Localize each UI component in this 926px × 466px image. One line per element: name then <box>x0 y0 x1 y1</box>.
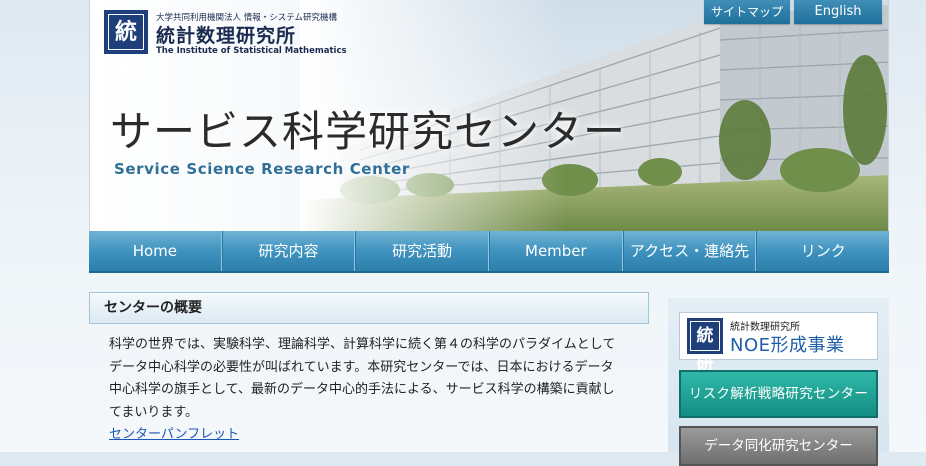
nav-home[interactable]: Home <box>89 231 222 271</box>
section-body: 科学の世界では、実験科学、理論科学、計算科学に続く第４の科学のパラダイムとして … <box>89 324 649 447</box>
institute-logo-mark: 統研 <box>104 10 148 79</box>
logo-english-name: The Institute of Statistical Mathematics <box>156 46 347 56</box>
header-banner: 統研 大学共同利用機関法人 情報・システム研究機構 統計数理研究所 The In… <box>89 0 889 231</box>
noe-logo-mark: 統研 <box>687 318 723 374</box>
main-content: センターの概要 科学の世界では、実験科学、理論科学、計算科学に続く第４の科学のパ… <box>89 292 649 447</box>
nav-links[interactable]: リンク <box>756 231 889 271</box>
nav-activities[interactable]: 研究活動 <box>355 231 490 271</box>
nav-research[interactable]: 研究内容 <box>221 231 356 271</box>
english-link[interactable]: English <box>794 0 882 24</box>
body-line: てまいります。 <box>109 404 199 420</box>
noe-banner-title: NOE形成事業 <box>730 335 845 356</box>
page: 統研 大学共同利用機関法人 情報・システム研究機構 統計数理研究所 The In… <box>89 0 889 466</box>
body-line: 科学の世界では、実験科学、理論科学、計算科学に続く第４の科学のパラダイムとして <box>109 337 616 352</box>
logo-mark-text: 統研 <box>108 14 144 79</box>
noe-logo-mark-text: 統研 <box>690 321 720 374</box>
sitemap-link[interactable]: サイトマップ <box>704 0 790 24</box>
data-assimilation-banner[interactable]: データ同化研究センター <box>679 426 878 466</box>
logo-name: 統計数理研究所 <box>156 25 297 47</box>
page-title-english: Service Science Research Center <box>114 160 410 178</box>
noe-banner[interactable]: 統研 統計数理研究所 NOE形成事業 <box>679 312 878 374</box>
nav-member[interactable]: Member <box>489 231 623 271</box>
utility-links: サイトマップ English <box>704 0 882 24</box>
section-title: センターの概要 <box>89 292 649 324</box>
body-line: データ中心科学の必要性が叫ばれています。本研究センターでは、日本におけるデータ <box>109 359 614 375</box>
main-nav: Home 研究内容 研究活動 Member アクセス・連絡先 リンク <box>89 231 889 273</box>
page-title: サービス科学研究センター <box>110 107 627 156</box>
pamphlet-link[interactable]: センターパンフレット <box>109 424 239 447</box>
institute-logo[interactable]: 統研 大学共同利用機関法人 情報・システム研究機構 統計数理研究所 The In… <box>104 10 354 79</box>
sidebar: 統研 統計数理研究所 NOE形成事業 リスク解析戦略研究センター データ同化研究… <box>668 298 889 466</box>
nav-access[interactable]: アクセス・連絡先 <box>622 231 757 271</box>
body-line: 中心科学の旗手として、最新のデータ中心的手法による、サービス科学の構築に貢献し <box>109 382 615 397</box>
risk-center-banner[interactable]: リスク解析戦略研究センター <box>679 370 878 418</box>
